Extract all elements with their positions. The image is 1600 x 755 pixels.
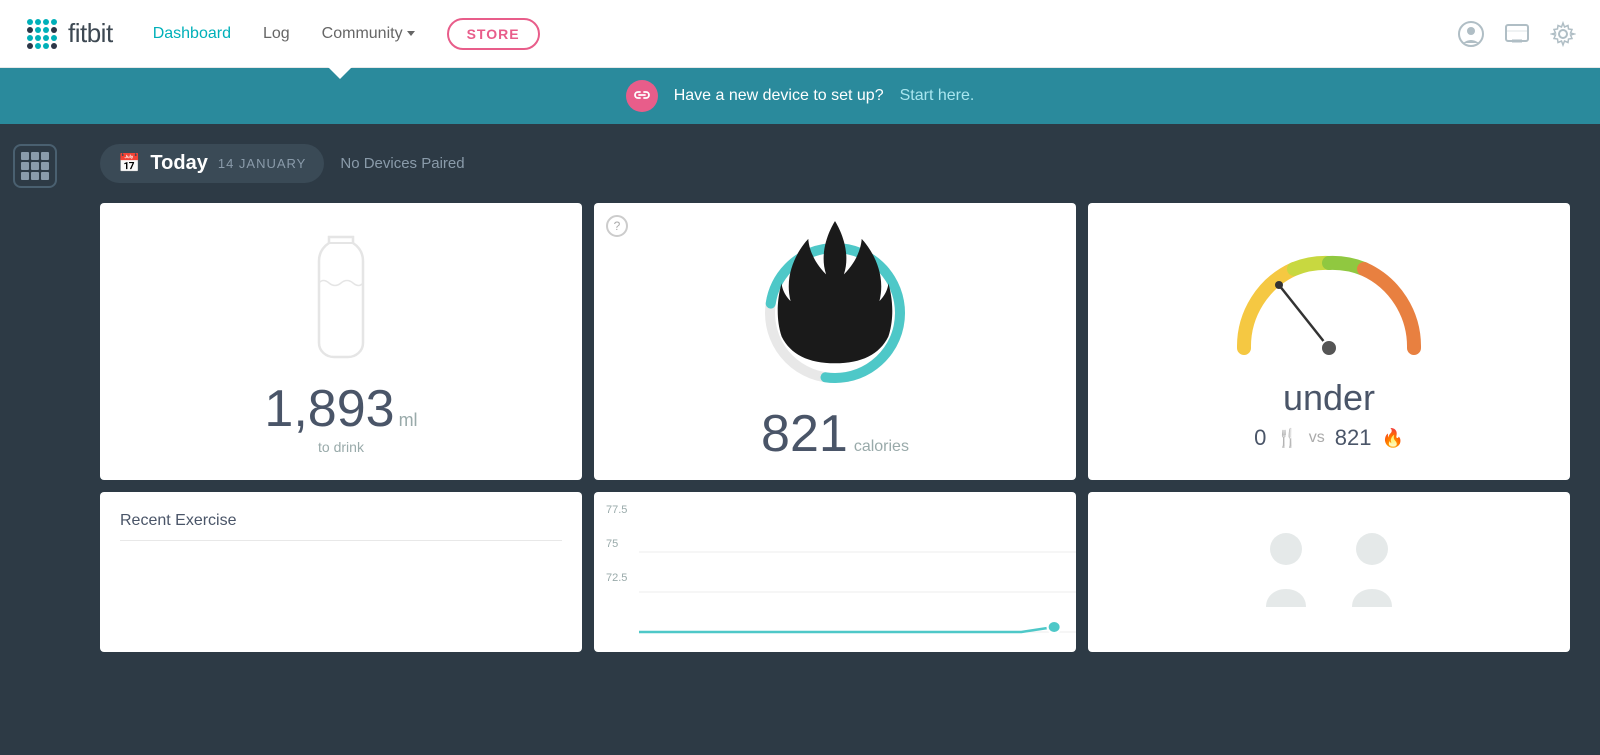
nav-right-icons — [1458, 21, 1576, 47]
nav-active-arrow — [328, 67, 352, 79]
nav-dashboard[interactable]: Dashboard — [153, 25, 231, 43]
calories-value-display: 821 calories — [761, 408, 909, 460]
water-label: to drink — [318, 439, 364, 455]
water-unit: ml — [399, 410, 418, 431]
burned-value: 821 — [1335, 425, 1372, 451]
gauge-chart — [1214, 233, 1444, 363]
chevron-down-icon — [407, 31, 415, 36]
fire-icon: 🔥 — [1381, 428, 1403, 449]
date-sub: 14 JANUARY — [218, 156, 307, 171]
link-icon — [634, 88, 650, 104]
main-area: 📅 Today 14 JANUARY No Devices Paired 1,8… — [0, 124, 1600, 755]
setup-banner: Have a new device to set up? Start here. — [0, 68, 1600, 124]
date-picker[interactable]: 📅 Today 14 JANUARY — [100, 144, 324, 183]
friend-silhouette-right — [1327, 527, 1397, 617]
grid-toggle-button[interactable] — [13, 144, 57, 188]
date-bar: 📅 Today 14 JANUARY No Devices Paired — [100, 144, 1570, 183]
food-value: 0 — [1254, 425, 1266, 451]
calories-value: 821 — [761, 408, 848, 460]
dashboard-content: 📅 Today 14 JANUARY No Devices Paired 1,8… — [70, 124, 1600, 755]
grid-icon — [21, 152, 49, 180]
weight-chart-line — [639, 532, 1076, 652]
gauge-label: under — [1283, 377, 1375, 419]
vs-text: vs — [1309, 429, 1325, 447]
chart-y-label-bot: 72.5 — [606, 572, 627, 584]
no-devices-label: No Devices Paired — [340, 155, 464, 172]
gauge-stats: 0 🍴 vs 821 🔥 — [1254, 425, 1404, 451]
chart-y-label-top: 77.5 — [606, 504, 627, 516]
nav-community[interactable]: Community — [322, 25, 415, 43]
store-button[interactable]: STORE — [447, 18, 540, 50]
calorie-balance-card[interactable]: under 0 🍴 vs 821 🔥 — [1088, 203, 1570, 480]
calories-burned-card[interactable]: ? — [594, 203, 1076, 480]
banner-text: Have a new device to set up? — [674, 87, 884, 105]
utensil-icon: 🍴 — [1276, 428, 1298, 449]
banner-icon — [626, 80, 658, 112]
water-bottle-icon — [301, 233, 381, 363]
water-value: 1,893 — [264, 383, 394, 435]
flame-icon — [755, 212, 915, 380]
top-card-grid: 1,893 ml to drink ? — [100, 203, 1570, 480]
banner-link[interactable]: Start here. — [900, 87, 975, 105]
settings-icon[interactable] — [1550, 21, 1576, 47]
top-navigation: fitbit Dashboard Log Community STORE — [0, 0, 1600, 68]
weight-chart-card[interactable]: 77.5 75 72.5 — [594, 492, 1076, 652]
recent-exercise-card[interactable]: Recent Exercise — [100, 492, 582, 652]
help-icon[interactable]: ? — [606, 215, 628, 237]
recent-exercise-title: Recent Exercise — [120, 512, 562, 541]
sidebar — [0, 124, 70, 755]
fitbit-logo-icon — [24, 16, 60, 52]
logo-text: fitbit — [68, 18, 113, 49]
friend-silhouette-left — [1261, 527, 1331, 617]
chart-y-axis: 77.5 75 72.5 — [606, 504, 627, 584]
profile-icon[interactable] — [1458, 21, 1484, 47]
water-value-display: 1,893 ml — [264, 383, 417, 435]
chart-y-label-mid: 75 — [606, 538, 627, 550]
bottom-card-grid: Recent Exercise 77.5 75 72.5 — [100, 492, 1570, 652]
calories-donut-chart — [755, 233, 915, 393]
calories-unit: calories — [854, 438, 909, 456]
calendar-icon: 📅 — [118, 153, 140, 174]
nav-links: Dashboard Log Community STORE — [153, 18, 1458, 50]
water-card[interactable]: 1,893 ml to drink — [100, 203, 582, 480]
logo-area: fitbit — [24, 16, 113, 52]
today-label: Today — [150, 152, 207, 175]
messages-icon[interactable] — [1504, 21, 1530, 47]
nav-log[interactable]: Log — [263, 25, 290, 43]
friends-card[interactable] — [1088, 492, 1570, 652]
